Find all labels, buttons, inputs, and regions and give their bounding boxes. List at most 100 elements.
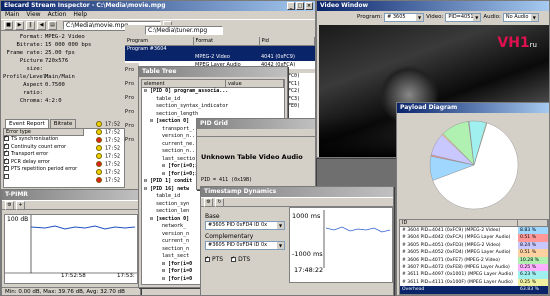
warning-icon (96, 145, 102, 151)
checkbox[interactable] (4, 164, 9, 172)
pause-icon[interactable]: ‖ (26, 20, 35, 30)
pie-area (399, 115, 549, 217)
comp-label: Complementary (205, 233, 254, 240)
ipmnr-time-1: 17:53: (117, 273, 135, 279)
open-icon[interactable]: ▤ (48, 20, 57, 30)
info-profile: Profile/Level: Main/Main (3, 74, 75, 80)
col-value[interactable]: value (226, 80, 284, 88)
payload-pie (429, 120, 519, 210)
table-row[interactable]: MPEG-2 Video 4041 (0xFC9) (125, 53, 315, 61)
col-element[interactable]: element (142, 80, 226, 88)
program-list: Pro Pro Pro Pro Pro Pro (125, 63, 139, 183)
table-row[interactable]: Program #3604 (125, 45, 315, 53)
program-table: Program Format Pid Program #3604 MPEG-2 … (125, 37, 315, 69)
warning-icon (96, 153, 102, 159)
ipmnr-titlebar: T-PIMR (2, 190, 140, 200)
timestamp-window: Timestamp Dynamics ⚙ ↻ Base #3605 PID 0x… (200, 186, 394, 296)
settings-icon[interactable]: ⚙ (5, 200, 14, 210)
col-pid[interactable]: Pid (259, 37, 315, 46)
payload-window: Payload Diagram ID # 3604 PID=4041 (0xFC… (396, 102, 550, 296)
col-program[interactable]: Program (125, 37, 194, 46)
menu-help[interactable]: Help (73, 11, 87, 19)
table-row[interactable]: # 3604 PID=4041 (0xFC9) (MPEG-2 Video) 8.… (400, 227, 548, 235)
pid-grid-titlebar: PID Grid (197, 119, 315, 129)
table-tree-titlebar: Table Tree (139, 67, 287, 77)
info-framerate: Frame rate: 25.00 fps (6, 50, 75, 56)
warning-icon (96, 177, 102, 183)
info-format: Format: MPEG-2 Video (19, 34, 85, 40)
pid-grid-window: PID Grid Unknown Table Video Audio PID =… (196, 118, 316, 190)
ipmnr-plot: 100 dB 17:52:58 17:53: (4, 214, 138, 284)
tuner-path-field[interactable]: C:\Media\tuner.mpg (145, 26, 223, 35)
tree-node[interactable]: section_length (142, 111, 284, 119)
checkbox[interactable] (4, 142, 9, 149)
play-icon[interactable]: ▶ (15, 20, 24, 30)
pid-grid-footer: PID = 411 (0x19B) (201, 177, 253, 183)
info-bitrate: Bitrate: 15 000 000 bps (16, 42, 92, 48)
video-select[interactable]: PID=4051 ▼ (445, 12, 482, 22)
tab-event-report[interactable]: Event Report (5, 119, 49, 128)
zoom-icon[interactable]: + (16, 200, 25, 210)
comp-select[interactable]: #3605 PID 0xFD4 ID 0x ▼ (205, 241, 285, 250)
stop-icon[interactable]: ■ (4, 20, 13, 30)
pid-grid-legend: Unknown Table Video Audio (201, 153, 303, 161)
table-row[interactable]: # 3607 PID=4072 (0xFE8) (MPEG Layer Audi… (400, 263, 548, 272)
tree-node[interactable]: ⊟ [PID 0] program_associa... (142, 88, 284, 96)
checkbox[interactable] (4, 149, 9, 157)
tab-bitrate[interactable]: Bitrate (49, 119, 77, 128)
warning-icon (96, 161, 102, 167)
timestamp-settings: Base #3605 PID 0xFD4 ID 0x ▼ Complementar… (205, 213, 285, 263)
table-row[interactable]: # 3604 PID=4042 (0xFCA) (MPEG Layer Audi… (400, 234, 548, 242)
timestamp-plot: 1000 ms -1000 ms 17:48:22 (289, 207, 393, 283)
table-row[interactable]: # 3611 PID=4111 (0x100F) (MPEG Layer Aud… (400, 278, 548, 287)
warning-icon (96, 129, 102, 135)
close-button[interactable]: × (305, 2, 313, 10)
tree-node[interactable]: section_syntax_indicator (142, 103, 284, 111)
menu-view[interactable]: View (26, 11, 40, 19)
checkbox[interactable] (4, 134, 9, 142)
video-titlebar: Video Window (317, 1, 549, 11)
program-select[interactable]: # 3605 ▼ (384, 12, 425, 22)
inspector-titlebar: Elecard Stream Inspector - C:\Media\movi… (1, 1, 315, 11)
ipmnr-status: Min: 0.00 dB, Max: 39.76 dB, Avg: 32.70 … (2, 287, 140, 295)
audio-select[interactable]: No Audio ▼ (502, 12, 539, 22)
timestamp-toolbar: ⚙ ↻ (201, 197, 393, 207)
table-row[interactable]: # 3606 PID=4071 (0xFE7) (MPEG-2 Video) 10… (400, 256, 548, 264)
table-row[interactable]: # 3605 PID=4052 (0xFD4) (MPEG Layer Audi… (400, 249, 548, 257)
table-row[interactable]: # 3611 PID=4097 (0x1001) (MPEG Layer Aud… (400, 271, 548, 279)
col-error-type[interactable]: Error type (4, 129, 84, 136)
menu-action[interactable]: Action (48, 11, 67, 19)
base-select[interactable]: #3605 PID 0xFD4 ID 0x ▼ (205, 221, 285, 230)
minimize-button[interactable]: _ (287, 2, 295, 10)
pts-checkbox[interactable]: PTS (205, 255, 223, 263)
menu-main[interactable]: Main (5, 11, 19, 19)
table-row[interactable]: Overhead 63.83 % (400, 286, 548, 294)
stream-info: Format: MPEG-2 Video Bitrate: 15 000 000 b… (3, 33, 121, 104)
col-id[interactable]: ID (400, 220, 518, 227)
menu-bar: Main View Action Help (1, 11, 315, 19)
settings-icon[interactable]: ⚙ (204, 197, 213, 207)
checkbox[interactable] (4, 157, 9, 164)
dts-checkbox[interactable]: DTS (231, 255, 250, 263)
refresh-icon[interactable]: ↻ (215, 197, 224, 207)
col-format[interactable]: Format (193, 37, 260, 46)
maximize-button[interactable]: □ (296, 2, 304, 10)
payload-table: ID # 3604 PID=4041 (0xFC9) (MPEG-2 Video… (399, 219, 549, 295)
event-times: 17:52 17:52 17:52 17:52 17:52 17:52 17:5… (96, 121, 124, 185)
channel-logo: VH1ru (497, 35, 537, 51)
timestamp-titlebar: Timestamp Dynamics (201, 187, 393, 197)
warning-icon (96, 169, 102, 175)
table-row[interactable]: # 3605 PID=4051 (0xFD3) (MPEG-2 Video) 8.… (400, 241, 548, 250)
info-chroma: Chroma: 4:2:0 (19, 98, 62, 104)
video-controls: Program: # 3605 ▼ Video: PID=4051 ▼ Audio:… (317, 11, 549, 23)
warning-icon (96, 121, 102, 127)
inspector-title: Elecard Stream Inspector - C:\Media\movi… (4, 2, 166, 9)
base-label: Base (205, 213, 220, 220)
payload-titlebar: Payload Diagram (397, 103, 549, 113)
rewind-icon[interactable]: ◀ (37, 20, 46, 30)
ts-time: 17:48:22 (294, 266, 324, 274)
ipmnr-window: T-PIMR ⚙ + 100 dB 17:52:58 17:53: Min: 0… (1, 189, 141, 295)
checkbox[interactable] (4, 173, 9, 179)
chevron-down-icon: ▼ (277, 222, 284, 229)
tree-node[interactable]: table_id (142, 96, 284, 104)
